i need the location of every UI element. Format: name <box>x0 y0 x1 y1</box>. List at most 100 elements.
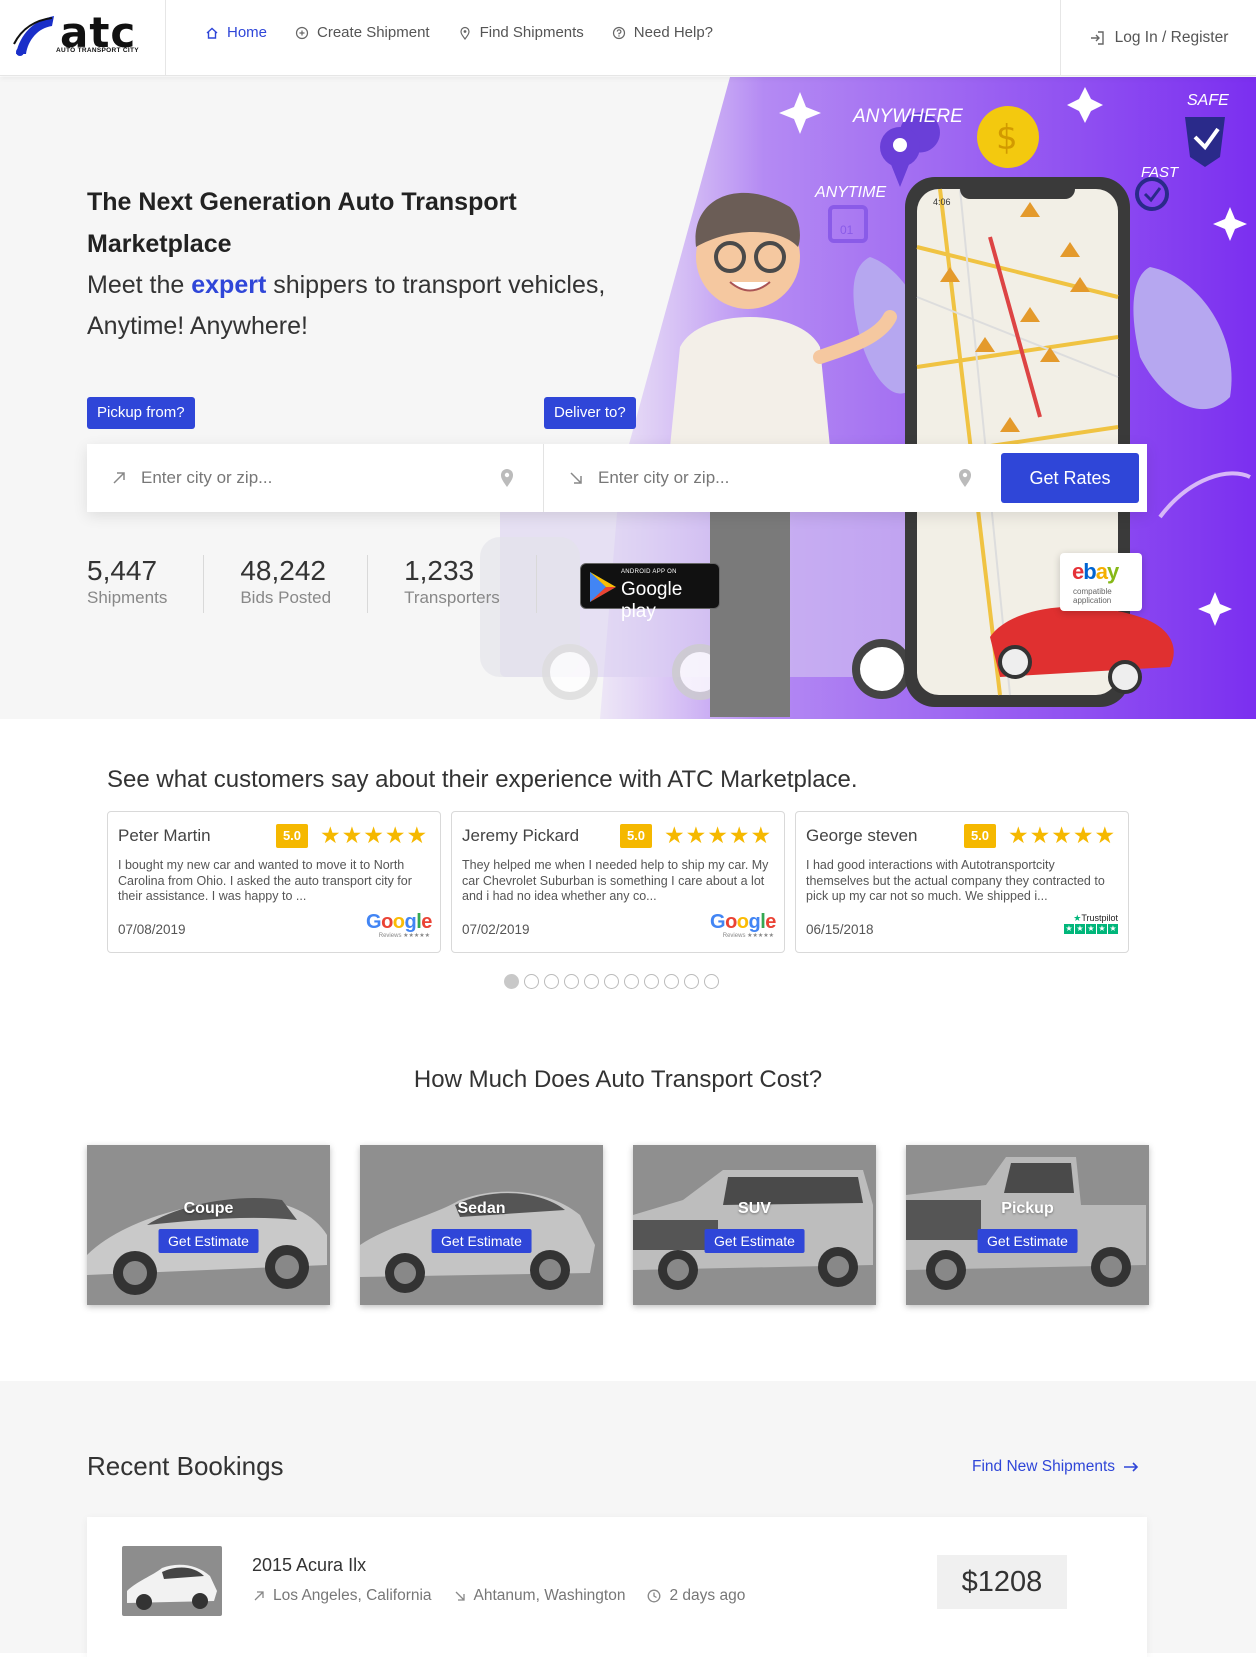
get-estimate-button[interactable]: Get Estimate <box>977 1229 1078 1253</box>
carousel-dot[interactable] <box>704 974 719 989</box>
delivery-location: Ahtanum, Washington <box>454 1587 625 1605</box>
home-icon <box>206 27 218 39</box>
stat-shipments: 5,447 Shipments <box>87 555 205 613</box>
hero-section: $ ANYWHERE ANYTIME 01 FAST SAFE 4:06 The… <box>0 77 1256 719</box>
logo-swoosh-icon <box>13 16 54 56</box>
stat-label: Shipments <box>87 588 168 607</box>
carousel-dot[interactable] <box>684 974 699 989</box>
card-label: Pickup <box>1001 1200 1054 1217</box>
phone-time: 4:06 <box>933 197 951 207</box>
hero-subtitle: Meet the expert shippers to transport ve… <box>87 265 647 347</box>
location-pin-icon[interactable] <box>499 468 515 488</box>
google-play-small: ANDROID APP ON <box>621 569 677 575</box>
carousel-dot[interactable] <box>504 974 519 989</box>
anywhere-label: ANYWHERE <box>852 106 963 127</box>
get-rates-button[interactable]: Get Rates <box>1001 453 1139 503</box>
vehicle-thumbnail <box>122 1546 222 1616</box>
booking-row[interactable]: 2015 Acura Ilx Los Angeles, California A… <box>87 1517 1147 1657</box>
login-icon <box>1090 31 1104 45</box>
hero-subtitle-accent: expert <box>191 271 267 299</box>
card-label: SUV <box>738 1200 771 1217</box>
review-date: 07/02/2019 <box>462 922 530 937</box>
play-store-icon <box>590 572 616 602</box>
carousel-dot[interactable] <box>544 974 559 989</box>
google-play-text: Google play <box>621 579 683 622</box>
nav-home[interactable]: Home <box>205 24 267 41</box>
arrow-down-right-icon <box>455 1591 465 1601</box>
logo[interactable]: atc AUTO TRANSPORT CITY <box>0 0 166 76</box>
nav-home-label: Home <box>227 24 268 41</box>
find-new-shipments-label: Find New Shipments <box>972 1458 1116 1475</box>
review-text: I had good interactions with Autotranspo… <box>806 858 1105 903</box>
cost-section-title: How Much Does Auto Transport Cost? <box>413 1066 823 1093</box>
reviewer-name: Jeremy Pickard <box>462 826 580 845</box>
deliver-input[interactable]: Enter city or zip... <box>598 468 729 488</box>
carousel-dot[interactable] <box>624 974 639 989</box>
hero-title: The Next Generation Auto Transport Marke… <box>87 188 517 258</box>
card-label: Coupe <box>183 1200 234 1217</box>
carousel-pagination <box>504 974 719 989</box>
booking-price: $1208 <box>937 1555 1067 1609</box>
pickup-input[interactable]: Enter city or zip... <box>141 468 272 488</box>
star-rating: ★★★★★ <box>664 822 773 848</box>
top-navbar: atc AUTO TRANSPORT CITY Home Create Ship… <box>0 0 1256 76</box>
carousel-dot[interactable] <box>644 974 659 989</box>
stat-label: Transporters <box>404 588 500 607</box>
reviewer-name: George steven <box>806 826 918 845</box>
get-estimate-button[interactable]: Get Estimate <box>431 1229 532 1253</box>
vehicle-card-sedan[interactable]: Sedan Get Estimate <box>360 1145 603 1305</box>
find-new-shipments-link[interactable]: Find New Shipments <box>972 1458 1139 1476</box>
get-estimate-button[interactable]: Get Estimate <box>704 1229 805 1253</box>
location-pin-icon[interactable] <box>957 468 973 488</box>
calendar-day: 01 <box>840 223 854 237</box>
recent-bookings-title: Recent Bookings <box>87 1451 284 1481</box>
google-reviews-logo: Google Reviews ★★★★★ <box>710 911 776 939</box>
plus-circle-icon <box>295 26 309 39</box>
stat-value: 48,242 <box>240 555 326 586</box>
booking-meta: Los Angeles, California Ahtanum, Washing… <box>253 1587 745 1605</box>
review-date: 06/15/2018 <box>806 922 874 937</box>
get-estimate-button[interactable]: Get Estimate <box>158 1229 259 1253</box>
posted-time: 2 days ago <box>647 1587 745 1605</box>
star-rating: ★★★★★ <box>320 822 429 848</box>
carousel-dot[interactable] <box>664 974 679 989</box>
review-card[interactable]: Peter Martin 5.0 ★★★★★ I bought my new c… <box>107 811 441 953</box>
coupe-image <box>87 1197 327 1295</box>
review-source: Trustpilot <box>1081 913 1118 923</box>
vehicle-card-coupe[interactable]: Coupe Get Estimate <box>87 1145 330 1305</box>
deliver-field[interactable]: Enter city or zip... <box>544 444 1001 512</box>
pickup-field[interactable]: Enter city or zip... <box>87 444 544 512</box>
google-reviews-logo: Google Reviews ★★★★★ <box>366 911 432 939</box>
trustpilot-logo: ★Trustpilot ★ ★ ★ ★ ★ <box>1064 913 1118 934</box>
ebay-caption: compatible application <box>1073 587 1112 605</box>
reviewer-name: Peter Martin <box>118 826 211 845</box>
carousel-dot[interactable] <box>564 974 579 989</box>
nav-find-shipments-label: Find Shipments <box>479 24 584 41</box>
review-card[interactable]: George steven 5.0 ★★★★★ I had good inter… <box>795 811 1129 953</box>
stat-value: 1,233 <box>404 555 475 586</box>
stat-transporters: 1,233 Transporters <box>404 555 537 613</box>
map-pin-icon <box>459 26 470 40</box>
nav-need-help[interactable]: Need Help? <box>612 24 713 41</box>
google-play-badge[interactable]: ANDROID APP ON Google play <box>580 563 720 622</box>
safe-label: SAFE <box>1187 92 1229 109</box>
deliver-tag: Deliver to? <box>544 397 636 429</box>
nav-find-shipments[interactable]: Find Shipments <box>458 24 584 41</box>
help-circle-icon <box>612 26 625 39</box>
vehicle-card-pickup[interactable]: Pickup Get Estimate <box>906 1145 1149 1305</box>
ebay-logo: ebay <box>1072 559 1119 584</box>
logo-tagline: AUTO TRANSPORT CITY <box>56 47 139 54</box>
login-register-button[interactable]: Log In / Register <box>1060 0 1256 76</box>
sedan-image <box>360 1191 595 1293</box>
carousel-dot[interactable] <box>604 974 619 989</box>
vehicle-card-suv[interactable]: SUV Get Estimate <box>633 1145 876 1305</box>
reviews-title: See what customers say about their exper… <box>107 766 858 793</box>
review-source-sub: Reviews ★★★★★ <box>722 933 774 939</box>
login-label: Log In / Register <box>1114 29 1229 46</box>
nav-create-shipment[interactable]: Create Shipment <box>295 24 430 41</box>
review-score: 5.0 <box>620 824 652 848</box>
review-card[interactable]: Jeremy Pickard 5.0 ★★★★★ They helped me … <box>451 811 785 953</box>
main-nav: Home Create Shipment Find Shipments Need… <box>205 24 713 41</box>
carousel-dot[interactable] <box>524 974 539 989</box>
carousel-dot[interactable] <box>584 974 599 989</box>
